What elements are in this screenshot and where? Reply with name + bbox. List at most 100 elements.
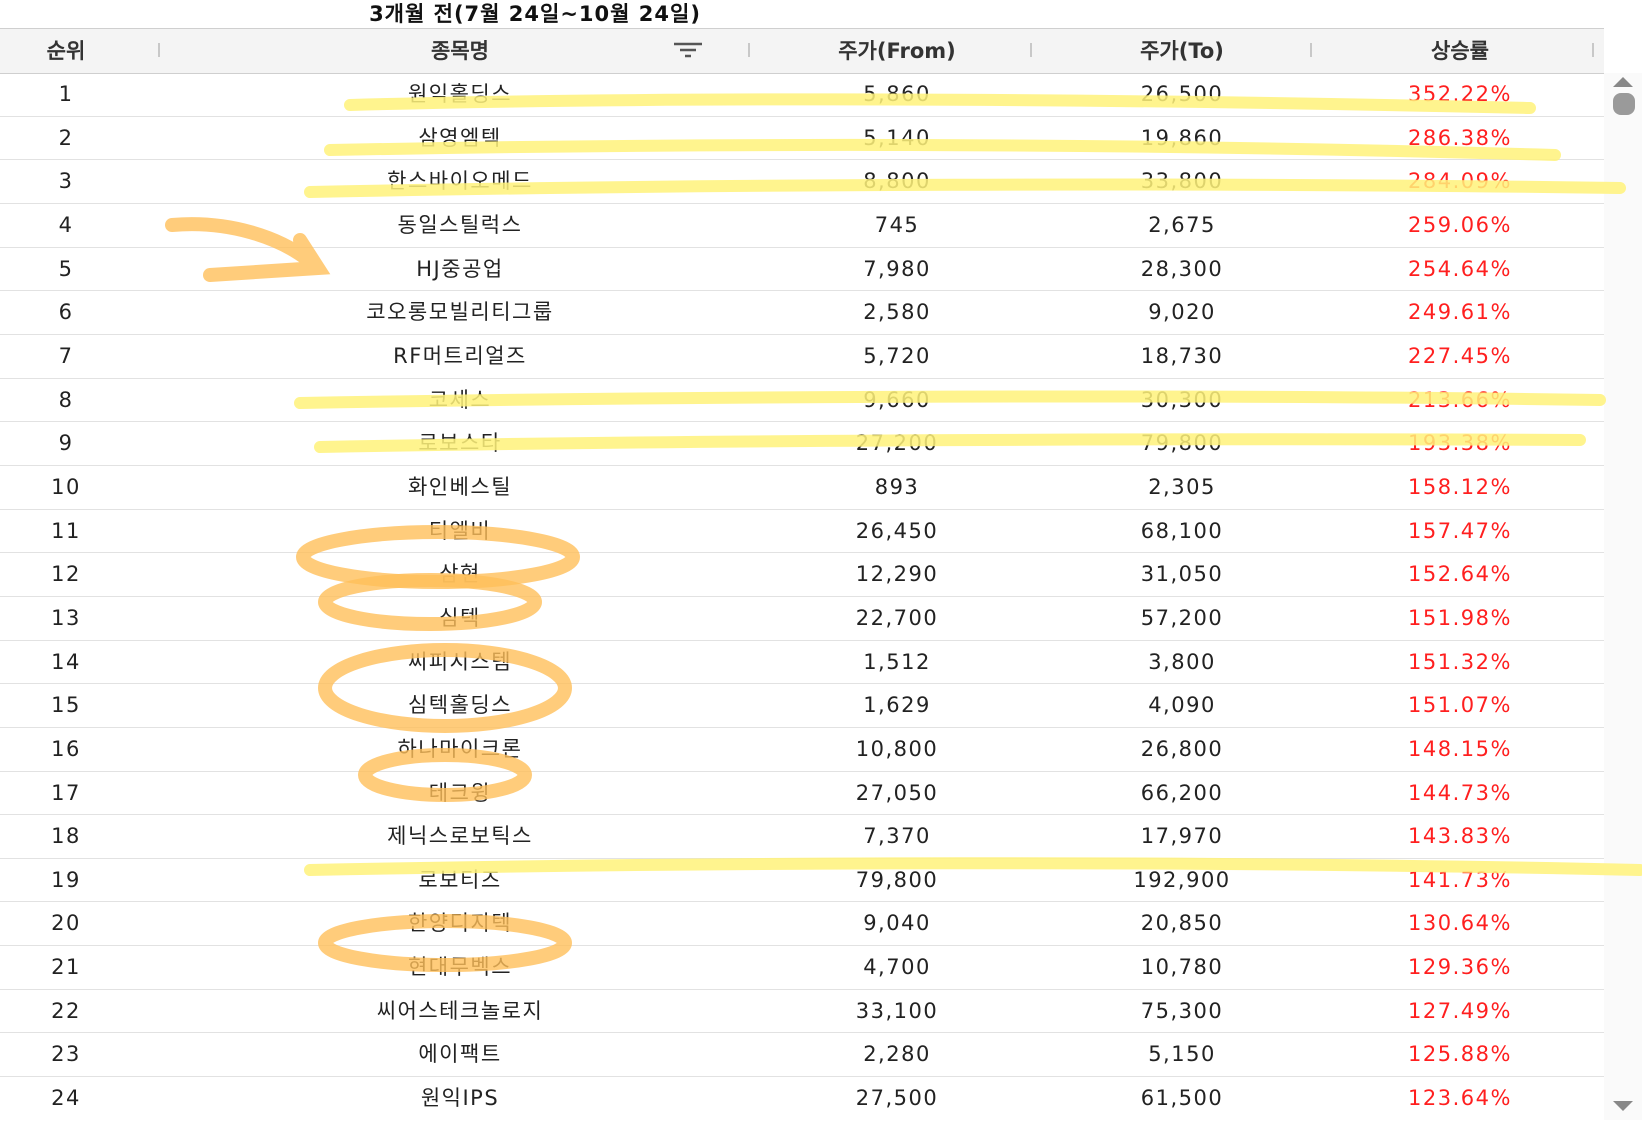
rank-cell: 10 [51,474,81,499]
scrollbar-thumb[interactable] [1613,93,1635,115]
column-header-price-from[interactable]: 주가(From) [792,29,1002,73]
price-to-cell: 18,730 [1140,343,1224,368]
rate-cell: 141.73% [1408,867,1512,892]
rate-cell: 129.36% [1408,955,1512,980]
price-to-cell: 31,050 [1140,562,1224,587]
stock-name-cell: 한스바이오메드 [387,169,533,194]
table-row[interactable]: 14 씨피시스템 1,512 3,800 151.32% [0,641,1604,685]
table-row[interactable]: 24 원익IPS 27,500 61,500 123.64% [0,1077,1604,1120]
stock-name-cell: 화인베스틸 [407,474,513,499]
rank-cell: 7 [58,343,74,368]
column-header-price-to[interactable]: 주가(To) [1072,29,1292,73]
table-row[interactable]: 19 로보티즈 79,800 192,900 141.73% [0,859,1604,903]
price-to-cell: 17,970 [1140,824,1224,849]
rate-cell: 144.73% [1408,780,1512,805]
price-from-cell: 9,660 [863,387,931,412]
column-resize-handle[interactable] [158,43,160,57]
rank-cell: 19 [51,867,81,892]
rank-cell: 21 [51,955,81,980]
table-row[interactable]: 20 한양디지텍 9,040 20,850 130.64% [0,902,1604,947]
vertical-scrollbar[interactable] [1604,73,1642,1120]
column-resize-handle[interactable] [748,43,750,57]
stock-name-cell: 에이팩트 [418,1042,502,1067]
price-from-cell: 12,290 [855,562,939,587]
column-header-rate[interactable]: 상승률 [1350,29,1570,73]
rate-cell: 259.06% [1408,212,1512,237]
price-from-cell: 2,580 [863,300,931,325]
table-row[interactable]: 16 하나마이크론 10,800 26,800 148.15% [0,728,1604,772]
stock-name-cell: HJ중공업 [416,256,504,281]
price-to-cell: 192,900 [1133,867,1231,892]
stock-name-cell: 로보티즈 [418,867,502,892]
price-from-cell: 8,800 [863,169,931,194]
table-row[interactable]: 23 에이팩트 2,280 5,150 125.88% [0,1033,1604,1078]
stock-name-cell: 한양디지텍 [407,911,513,936]
rank-cell: 15 [51,693,81,718]
table-row[interactable]: 15 심텍홀딩스 1,629 4,090 151.07% [0,684,1604,728]
table-row[interactable]: 21 현대무벡스 4,700 10,780 129.36% [0,946,1604,990]
rate-cell: 125.88% [1408,1042,1512,1067]
table-row[interactable]: 11 티엘비 26,450 68,100 157.47% [0,510,1604,554]
price-to-cell: 2,675 [1148,212,1216,237]
scroll-up-arrow-icon[interactable] [1613,77,1633,87]
column-resize-handle[interactable] [1592,43,1594,57]
scroll-down-arrow-icon[interactable] [1613,1101,1633,1111]
table-row[interactable]: 18 제닉스로보틱스 7,370 17,970 143.83% [0,815,1604,859]
stock-name-cell: 현대무벡스 [407,955,513,980]
stock-name-cell: 심텍 [439,605,481,630]
price-to-cell: 10,780 [1140,955,1224,980]
stock-name-cell: 티엘비 [428,518,492,543]
price-to-cell: 9,020 [1148,300,1216,325]
stock-name-cell: 로보스타 [418,431,502,456]
price-from-cell: 22,700 [855,605,939,630]
column-header-rank[interactable]: 순위 [0,29,132,73]
rate-cell: 151.98% [1408,605,1512,630]
price-from-cell: 10,800 [855,736,939,761]
table-row[interactable]: 6 코오롱모빌리티그룹 2,580 9,020 249.61% [0,291,1604,335]
table-row[interactable]: 3 한스바이오메드 8,800 33,800 284.09% [0,160,1604,204]
price-from-cell: 5,140 [863,125,931,150]
table-row[interactable]: 8 코세스 9,660 30,300 213.66% [0,379,1604,423]
table-row[interactable]: 12 삼현 12,290 31,050 152.64% [0,553,1604,597]
rank-cell: 16 [51,736,81,761]
table-row[interactable]: 1 원익홀딩스 5,860 26,500 352.22% [0,73,1604,117]
rank-cell: 3 [58,169,74,194]
table-row[interactable]: 7 RF머트리얼즈 5,720 18,730 227.45% [0,335,1604,379]
table-row[interactable]: 4 동일스틸럭스 745 2,675 259.06% [0,204,1604,248]
price-to-cell: 33,800 [1140,169,1224,194]
price-from-cell: 79,800 [855,867,939,892]
table-row[interactable]: 2 삼영엠텍 5,140 19,860 286.38% [0,117,1604,161]
rank-cell: 4 [58,212,74,237]
price-to-cell: 30,300 [1140,387,1224,412]
table-row[interactable]: 10 화인베스틸 893 2,305 158.12% [0,466,1604,510]
stock-name-cell: 동일스틸럭스 [397,212,523,237]
rate-cell: 213.66% [1408,387,1512,412]
rank-cell: 5 [58,256,74,281]
table-row[interactable]: 17 테크윙 27,050 66,200 144.73% [0,772,1604,816]
rank-cell: 2 [58,125,74,150]
rank-cell: 6 [58,300,74,325]
price-from-cell: 893 [874,474,920,499]
rank-cell: 18 [51,824,81,849]
table-row[interactable]: 9 로보스타 27,200 79,800 193.38% [0,422,1604,466]
stock-name-cell: 하나마이크론 [397,736,523,761]
price-to-cell: 20,850 [1140,911,1224,936]
price-from-cell: 27,050 [855,780,939,805]
price-from-cell: 4,700 [863,955,931,980]
price-from-cell: 33,100 [855,998,939,1023]
rate-cell: 193.38% [1408,431,1512,456]
rank-cell: 12 [51,562,81,587]
filter-icon[interactable] [672,42,704,58]
table-row[interactable]: 13 심텍 22,700 57,200 151.98% [0,597,1604,641]
column-resize-handle[interactable] [1310,43,1312,57]
rank-cell: 14 [51,649,81,674]
stock-name-cell: 코세스 [428,387,492,412]
price-from-cell: 26,450 [855,518,939,543]
table-row[interactable]: 5 HJ중공업 7,980 28,300 254.64% [0,248,1604,292]
rate-cell: 152.64% [1408,562,1512,587]
table-row[interactable]: 22 씨어스테크놀로지 33,100 75,300 127.49% [0,990,1604,1034]
column-header-name[interactable]: 종목명 [280,29,640,73]
column-resize-handle[interactable] [1030,43,1032,57]
rate-cell: 151.32% [1408,649,1512,674]
price-from-cell: 5,860 [863,82,931,106]
